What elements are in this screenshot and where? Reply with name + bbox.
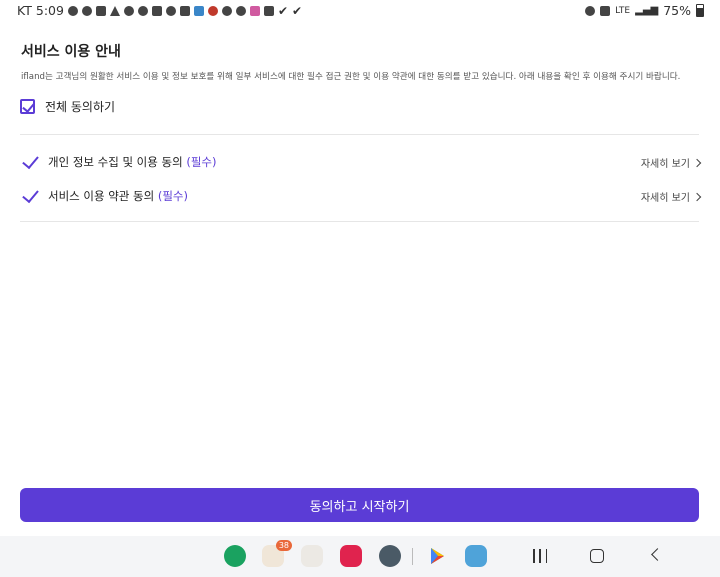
agree-and-start-button[interactable]: 동의하고 시작하기 bbox=[20, 488, 699, 522]
translate-icon bbox=[193, 5, 204, 16]
wifi-calling-icon bbox=[95, 5, 106, 16]
chevron-right-icon bbox=[692, 192, 702, 201]
divider bbox=[20, 134, 699, 135]
page-description: ifland는 고객님의 원활한 서비스 이용 및 정보 보호를 위해 일부 서… bbox=[21, 72, 681, 82]
app-icon bbox=[249, 5, 260, 16]
required-tag: (필수) bbox=[157, 189, 188, 203]
app-drawer-icon[interactable] bbox=[379, 545, 401, 567]
alarm-icon bbox=[585, 5, 596, 16]
check-icon[interactable] bbox=[20, 187, 38, 205]
album-icon bbox=[151, 5, 162, 16]
account-icon bbox=[123, 5, 134, 16]
warning-icon bbox=[109, 5, 120, 16]
play-store-icon[interactable] bbox=[426, 545, 448, 567]
consent-label: 개인 정보 수집 및 이용 동의 bbox=[48, 155, 183, 169]
taskbar-separator bbox=[412, 548, 413, 565]
network-icon bbox=[179, 5, 190, 16]
wordpress-icon bbox=[81, 5, 92, 16]
agree-all-label: 전체 동의하기 bbox=[45, 100, 116, 114]
check-icon[interactable] bbox=[20, 153, 38, 171]
c-circle-icon bbox=[235, 5, 246, 16]
battery-level: 75% bbox=[663, 3, 691, 18]
notes-app-icon[interactable] bbox=[465, 545, 487, 567]
carrier-label: KT bbox=[17, 3, 32, 18]
check-icon: ✔ bbox=[277, 3, 289, 18]
hd-voice-icon bbox=[600, 5, 611, 16]
check-icon: ✔ bbox=[292, 3, 303, 18]
status-bar: KT 5:09 ✔ ✔ LTE ▂▄▆ 75% bbox=[0, 0, 720, 22]
consent-item-privacy[interactable]: 개인 정보 수집 및 이용 동의 (필수) 자세히 보기 bbox=[20, 153, 702, 171]
signal-icon: ▂▄▆ bbox=[635, 5, 659, 16]
image-icon bbox=[263, 5, 274, 16]
battery-icon bbox=[696, 4, 704, 17]
consent-label: 서비스 이용 약관 동의 bbox=[48, 189, 155, 203]
apps-folder-2-icon[interactable] bbox=[301, 545, 323, 567]
lte-icon: LTE bbox=[615, 5, 631, 16]
apps-folder-icon[interactable]: 38 bbox=[262, 540, 292, 567]
agree-all-checkbox[interactable]: 전체 동의하기 bbox=[20, 98, 115, 115]
phone-app-icon[interactable] bbox=[224, 545, 246, 567]
recents-button[interactable] bbox=[533, 549, 547, 563]
clock: 5:09 bbox=[35, 3, 64, 18]
view-details-link[interactable]: 자세히 보기 bbox=[641, 155, 702, 170]
checkbox-checked-icon[interactable] bbox=[20, 99, 35, 114]
view-details-link[interactable]: 자세히 보기 bbox=[641, 189, 702, 204]
instagram-icon bbox=[221, 5, 232, 16]
notification-badge: 38 bbox=[275, 540, 292, 551]
bug-icon bbox=[207, 5, 218, 16]
divider bbox=[20, 221, 699, 222]
required-tag: (필수) bbox=[186, 155, 217, 169]
home-button[interactable] bbox=[590, 549, 604, 563]
page-title: 서비스 이용 안내 bbox=[21, 44, 121, 60]
g-circle-icon bbox=[137, 5, 148, 16]
camera-app-icon[interactable] bbox=[340, 545, 362, 567]
chevron-right-icon bbox=[692, 158, 702, 167]
chat-icon bbox=[67, 5, 78, 16]
consent-item-terms[interactable]: 서비스 이용 약관 동의 (필수) 자세히 보기 bbox=[20, 187, 702, 205]
back-button[interactable] bbox=[651, 548, 664, 561]
taskbar: 38 bbox=[0, 536, 720, 577]
alarm-icon bbox=[165, 5, 176, 16]
